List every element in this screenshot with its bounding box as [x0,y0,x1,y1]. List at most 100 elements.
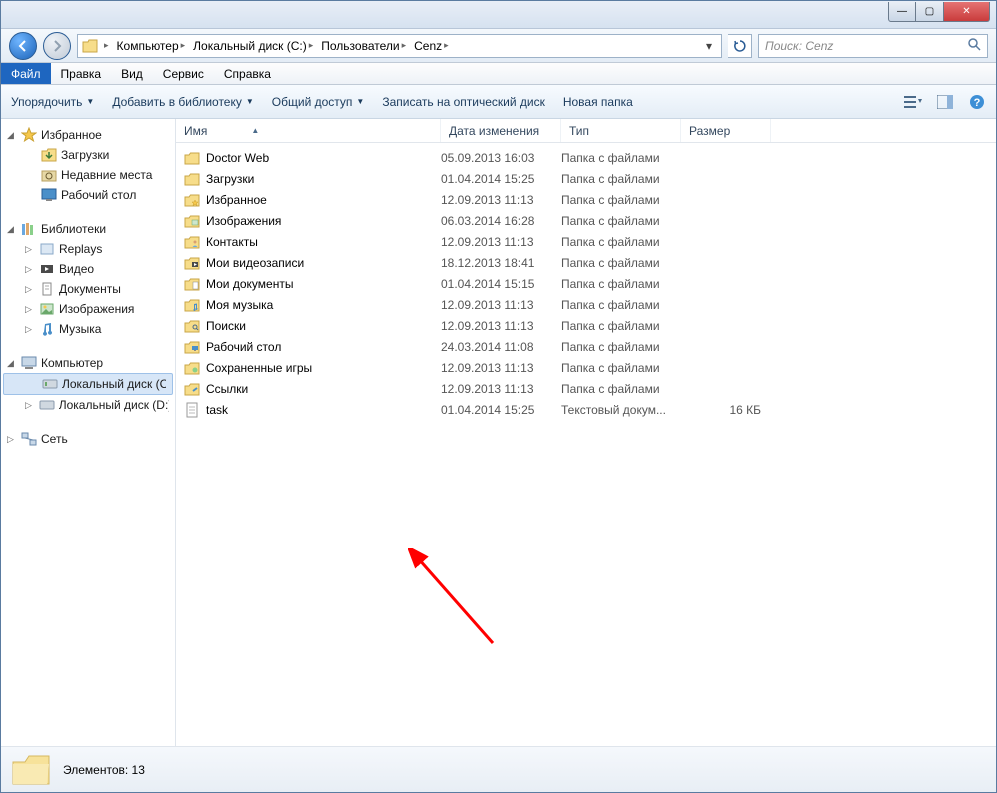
sidebar-item-videos[interactable]: ▷ Видео [1,259,175,279]
sidebar-item-diskc[interactable]: Локальный диск (C:) [3,373,173,395]
file-row[interactable]: Избранное12.09.2013 11:13Папка с файлами [176,189,996,210]
expander-icon[interactable]: ▷ [25,264,35,275]
navbar: ▸ Компьютер▸ Локальный диск (C:)▸ Пользо… [1,29,996,63]
new-folder-button[interactable]: Новая папка [563,95,633,109]
file-date: 01.04.2014 15:25 [441,172,561,186]
file-type: Папка с файлами [561,214,681,228]
file-row[interactable]: Сохраненные игры12.09.2013 11:13Папка с … [176,357,996,378]
file-type: Папка с файлами [561,277,681,291]
sidebar-item-music[interactable]: ▷ Музыка [1,319,175,339]
refresh-button[interactable] [728,34,752,58]
close-button[interactable]: ✕ [944,2,990,22]
column-date[interactable]: Дата изменения [441,119,561,142]
library-icon [39,241,55,257]
expander-icon[interactable]: ▷ [25,400,35,411]
sidebar-computer[interactable]: ◢ Компьютер [1,353,175,373]
file-row[interactable]: Рабочий стол24.03.2014 11:08Папка с файл… [176,336,996,357]
back-button[interactable] [9,32,37,60]
column-type[interactable]: Тип [561,119,681,142]
expander-icon[interactable]: ◢ [7,358,17,369]
file-row[interactable]: Мои видеозаписи18.12.2013 18:41Папка с ф… [176,252,996,273]
folder-icon [82,38,98,54]
menu-edit[interactable]: Правка [51,63,112,84]
breadcrumb-sep[interactable]: ▸ [102,40,111,51]
sidebar-libraries[interactable]: ◢ Библиотеки [1,219,175,239]
file-icon [184,192,200,208]
expander-icon[interactable]: ▷ [25,244,35,255]
column-headers: Имя▲ Дата изменения Тип Размер [176,119,996,143]
sidebar-item-documents[interactable]: ▷ Документы [1,279,175,299]
help-button[interactable]: ? [968,93,986,111]
tree-libraries: ◢ Библиотеки ▷ Replays ▷ Видео ▷ [1,219,175,339]
file-type: Папка с файлами [561,172,681,186]
menu-view[interactable]: Вид [111,63,153,84]
file-row[interactable]: task01.04.2014 15:25Текстовый докум...16… [176,399,996,420]
file-row[interactable]: Изображения06.03.2014 16:28Папка с файла… [176,210,996,231]
column-name[interactable]: Имя▲ [176,119,441,142]
expander-icon[interactable]: ▷ [25,324,35,335]
disk-icon [42,376,58,392]
breadcrumb-diskc[interactable]: Локальный диск (C:)▸ [191,39,315,53]
file-date: 12.09.2013 11:13 [441,193,561,207]
file-row[interactable]: Моя музыка12.09.2013 11:13Папка с файлам… [176,294,996,315]
search-input[interactable]: Поиск: Cenz [758,34,988,58]
file-list[interactable]: Doctor Web05.09.2013 16:03Папка с файлам… [176,143,996,746]
sidebar-item-desktop[interactable]: Рабочий стол [1,185,175,205]
preview-pane-button[interactable] [936,93,954,111]
breadcrumb-computer[interactable]: Компьютер▸ [115,39,188,53]
sidebar-favorites[interactable]: ◢ Избранное [1,125,175,145]
forward-button[interactable] [43,32,71,60]
file-row[interactable]: Поиски12.09.2013 11:13Папка с файлами [176,315,996,336]
share-button[interactable]: Общий доступ▼ [272,95,365,109]
file-name: Поиски [206,319,246,333]
file-type: Текстовый докум... [561,403,681,417]
expander-icon[interactable]: ▷ [25,284,35,295]
file-row[interactable]: Ссылки12.09.2013 11:13Папка с файлами [176,378,996,399]
breadcrumb-cenz[interactable]: Cenz▸ [412,39,451,53]
tree-favorites: ◢ Избранное Загрузки Недавние места Рабо… [1,125,175,205]
menu-file[interactable]: Файл [1,63,51,84]
file-row[interactable]: Doctor Web05.09.2013 16:03Папка с файлам… [176,147,996,168]
maximize-button[interactable]: ▢ [916,2,944,22]
file-date: 18.12.2013 18:41 [441,256,561,270]
breadcrumb-users[interactable]: Пользователи▸ [319,39,408,53]
view-options-button[interactable] [904,93,922,111]
search-placeholder: Поиск: Cenz [765,39,833,53]
file-row[interactable]: Контакты12.09.2013 11:13Папка с файлами [176,231,996,252]
expander-icon[interactable]: ▷ [7,434,17,445]
sidebar-item-replays[interactable]: ▷ Replays [1,239,175,259]
file-type: Папка с файлами [561,193,681,207]
expander-icon[interactable]: ◢ [7,130,17,141]
organize-button[interactable]: Упорядочить▼ [11,95,94,109]
address-dropdown[interactable]: ▾ [701,39,717,53]
column-size[interactable]: Размер [681,119,771,142]
address-bar[interactable]: ▸ Компьютер▸ Локальный диск (C:)▸ Пользо… [77,34,722,58]
titlebar: — ▢ ✕ [1,1,996,29]
expander-icon[interactable]: ◢ [7,224,17,235]
file-icon [184,255,200,271]
sidebar-item-downloads[interactable]: Загрузки [1,145,175,165]
menu-help[interactable]: Справка [214,63,281,84]
search-icon[interactable] [967,37,981,54]
file-row[interactable]: Загрузки01.04.2014 15:25Папка с файлами [176,168,996,189]
network-icon [21,431,37,447]
menu-tools[interactable]: Сервис [153,63,214,84]
file-type: Папка с файлами [561,298,681,312]
file-row[interactable]: Мои документы01.04.2014 15:15Папка с фай… [176,273,996,294]
sidebar-item-diskd[interactable]: ▷ Локальный диск (D:) [1,395,175,415]
folder-large-icon [11,752,51,788]
expander-icon[interactable]: ▷ [25,304,35,315]
sidebar-item-recent[interactable]: Недавние места [1,165,175,185]
star-icon [21,127,37,143]
sidebar-network[interactable]: ▷ Сеть [1,429,175,449]
documents-icon [39,281,55,297]
file-date: 01.04.2014 15:25 [441,403,561,417]
video-icon [39,261,55,277]
explorer-window: — ▢ ✕ ▸ Компьютер▸ Локальный диск (C:)▸ … [0,0,997,793]
file-name: Изображения [206,214,281,228]
file-type: Папка с файлами [561,151,681,165]
burn-button[interactable]: Записать на оптический диск [382,95,545,109]
sidebar-item-pictures[interactable]: ▷ Изображения [1,299,175,319]
minimize-button[interactable]: — [888,2,916,22]
add-library-button[interactable]: Добавить в библиотеку▼ [112,95,253,109]
